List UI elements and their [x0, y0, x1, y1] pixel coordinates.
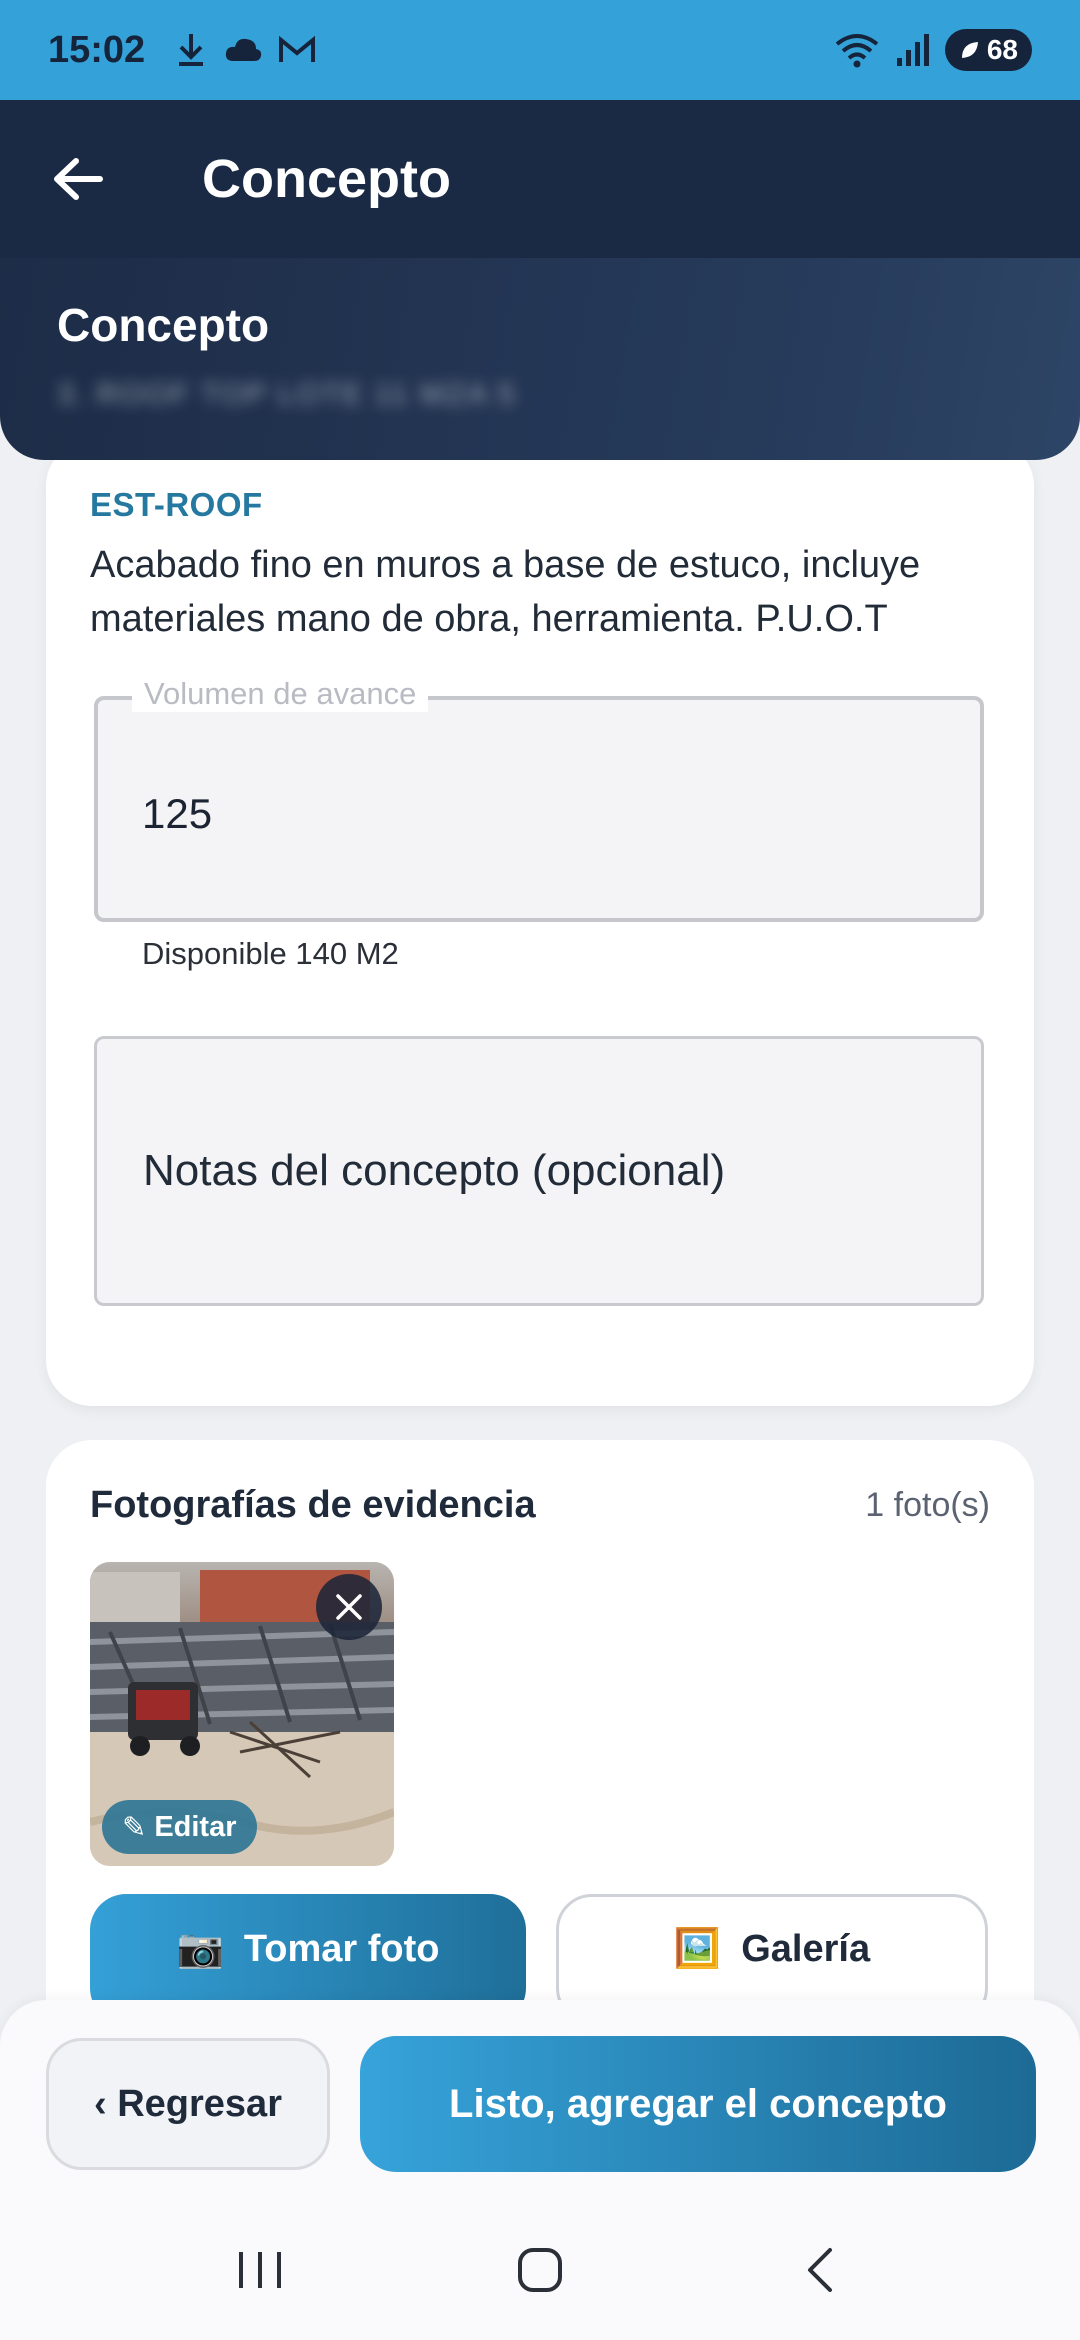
- evidence-title: Fotografías de evidencia: [90, 1484, 536, 1526]
- recent-apps-icon: [239, 2252, 281, 2288]
- add-concept-button[interactable]: Listo, agregar el concepto: [360, 2036, 1036, 2172]
- take-photo-label: Tomar foto: [243, 1927, 440, 1970]
- status-time: 15:02: [48, 28, 146, 71]
- system-back-button[interactable]: [760, 2220, 880, 2320]
- gmail-icon: [279, 35, 316, 62]
- evidence-photo-thumbnail[interactable]: ✎ Editar: [90, 1562, 394, 1866]
- concept-header: Concepto 3. ROOF TOP LOTE 11 MZA 5: [0, 258, 1080, 460]
- edit-photo-label: Editar: [154, 1810, 237, 1843]
- arrow-left-icon: [54, 158, 103, 200]
- home-button[interactable]: [480, 2220, 600, 2320]
- header-label: Concepto: [57, 299, 270, 351]
- gallery-label: Galería: [741, 1927, 871, 1970]
- leaf-icon: [961, 42, 978, 58]
- app-bar: Concepto: [0, 100, 1080, 258]
- volume-helper-text: Disponible 140 M2: [142, 936, 399, 971]
- back-button[interactable]: [48, 149, 108, 209]
- bottom-action-bar: ‹ Regresar Listo, agregar el concepto: [0, 2000, 1080, 2340]
- status-bar: 15:02 68: [0, 0, 1080, 100]
- evidence-count: 1 foto(s): [865, 1486, 990, 1524]
- battery-icon: 68: [944, 29, 1032, 71]
- volume-field-value: 125: [142, 790, 213, 837]
- download-icon: [179, 34, 204, 66]
- page-title: Concepto: [202, 149, 451, 209]
- edit-photo-button[interactable]: ✎ Editar: [102, 1800, 257, 1854]
- back-action-button[interactable]: ‹ Regresar: [46, 2038, 330, 2170]
- concept-code: EST-ROOF: [90, 486, 263, 523]
- concept-description: Acabado fino en muros a base de estuco, …: [90, 544, 921, 640]
- volume-field[interactable]: Volumen de avance 125: [94, 676, 984, 922]
- chevron-left-icon: [808, 2248, 832, 2292]
- home-icon: [518, 2248, 562, 2292]
- gallery-icon: 🖼️: [673, 1928, 722, 1970]
- signal-icon: [896, 34, 929, 66]
- volume-field-label: Volumen de avance: [132, 676, 429, 712]
- cloud-icon: [226, 38, 262, 61]
- pencil-icon: ✎: [122, 1811, 147, 1844]
- concept-card: EST-ROOF Acabado fino en muros a base de…: [46, 440, 1034, 1406]
- close-icon: [336, 1594, 362, 1620]
- notes-field[interactable]: Notas del concepto (opcional): [94, 1036, 984, 1306]
- system-navigation-bar: [0, 2200, 1080, 2340]
- battery-level: 68: [986, 34, 1018, 65]
- wifi-icon: [835, 34, 879, 68]
- camera-icon: 📷: [176, 1928, 224, 1970]
- header-subtitle: 3. ROOF TOP LOTE 11 MZA 5: [57, 378, 517, 411]
- remove-photo-button[interactable]: [316, 1574, 382, 1640]
- notes-field-placeholder: Notas del concepto (opcional): [143, 1146, 726, 1195]
- recent-apps-button[interactable]: [200, 2220, 320, 2320]
